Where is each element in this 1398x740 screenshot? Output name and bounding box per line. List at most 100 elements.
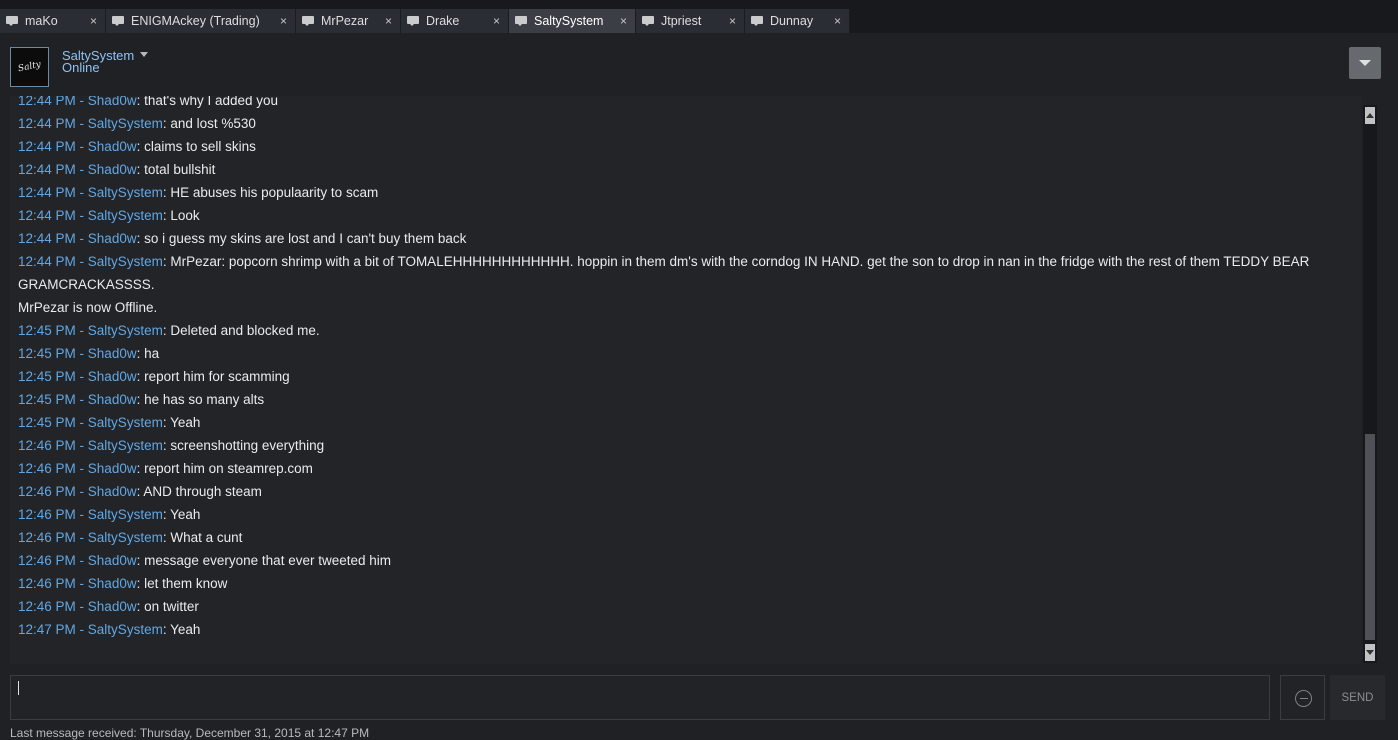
tab-drake[interactable]: Drake × [401,9,509,33]
message-text: Yeah [170,622,201,637]
timestamp-separator: - [75,415,88,430]
tab-saltysystem[interactable]: SaltySystem × [509,9,636,33]
emoticon-button[interactable] [1280,675,1325,720]
chat-log[interactable]: 12:44 PM - Shad0w: that's why I added yo… [10,96,1361,664]
message-sender[interactable]: SaltySystem [88,116,163,131]
message-sender[interactable]: Shad0w [88,369,137,384]
message-sender[interactable]: SaltySystem [88,208,163,223]
message-timestamp: 12:44 PM [18,231,76,246]
message-text: report him on steamrep.com [144,461,313,476]
scroll-up-button[interactable] [1365,107,1375,124]
close-icon[interactable]: × [90,14,97,28]
emoticon-icon [1295,690,1312,707]
message-sender[interactable]: SaltySystem [88,507,163,522]
message-sender[interactable]: Shad0w [88,576,137,591]
avatar[interactable]: Salty [10,47,49,87]
message-text: What a cunt [170,530,243,545]
message-timestamp: 12:44 PM [18,96,76,108]
chat-message: 12:45 PM - SaltySystem: Yeah [18,411,1353,434]
chat-bubble-icon [302,16,315,26]
message-text: message everyone that ever tweeted him [144,553,391,568]
message-sender[interactable]: Shad0w [88,231,137,246]
scrollbar-thumb[interactable] [1365,434,1375,640]
chat-message: 12:46 PM - Shad0w: report him on steamre… [18,457,1353,480]
scroll-down-button[interactable] [1365,644,1375,661]
message-sender[interactable]: SaltySystem [88,530,163,545]
timestamp-separator: - [75,461,88,476]
timestamp-separator: - [75,622,88,637]
close-icon[interactable]: × [280,14,287,28]
message-text: on twitter [144,599,199,614]
chat-message: 12:44 PM - SaltySystem: and lost %530 [18,112,1353,135]
message-sender[interactable]: SaltySystem [88,323,163,338]
message-sender[interactable]: Shad0w [88,139,137,154]
message-text: ha [144,346,160,361]
close-icon[interactable]: × [834,14,841,28]
chat-menu-button[interactable] [1349,47,1381,79]
message-sender[interactable]: Shad0w [88,162,137,177]
timestamp-separator: - [75,576,88,591]
chat-message: 12:46 PM - Shad0w: message everyone that… [18,549,1353,572]
send-button[interactable]: SEND [1330,675,1385,720]
tab-mako[interactable]: maKo × [0,9,106,33]
tab-label: MrPezar [321,14,369,28]
message-sender[interactable]: SaltySystem [88,438,163,453]
message-sender[interactable]: SaltySystem [88,254,163,269]
tab-enigmackey[interactable]: ENIGMAckey (Trading) × [106,9,296,33]
chat-message: 12:45 PM - Shad0w: report him for scammi… [18,365,1353,388]
chat-message: 12:46 PM - Shad0w: on twitter [18,595,1353,618]
chat-message: 12:44 PM - Shad0w: that's why I added yo… [18,96,1353,112]
message-timestamp: 12:46 PM [18,553,76,568]
tab-label: Dunnay [770,14,814,28]
caret-down-icon [140,52,149,57]
chat-message: 12:45 PM - Shad0w: he has so many alts [18,388,1353,411]
timestamp-separator: - [75,116,88,131]
close-icon[interactable]: × [493,14,500,28]
timestamp-separator: - [75,231,88,246]
timestamp-separator: - [75,438,88,453]
message-sender[interactable]: SaltySystem [88,622,163,637]
sender-separator: : [162,507,171,522]
tab-label: ENIGMAckey (Trading) [131,14,260,28]
tab-dunnay[interactable]: Dunnay × [745,9,850,33]
message-timestamp: 12:46 PM [18,484,76,499]
chat-bubble-icon [642,16,655,26]
close-icon[interactable]: × [620,14,627,28]
message-sender[interactable]: Shad0w [88,392,137,407]
close-icon[interactable]: × [729,14,736,28]
message-sender[interactable]: Shad0w [88,96,137,108]
message-sender[interactable]: SaltySystem [88,185,163,200]
chat-message: 12:44 PM - SaltySystem: HE abuses his po… [18,181,1353,204]
message-sender[interactable]: Shad0w [88,346,137,361]
chat-bubble-icon [112,16,125,26]
close-icon[interactable]: × [385,14,392,28]
chat-message: 12:44 PM - SaltySystem: Look [18,204,1353,227]
message-timestamp: 12:44 PM [18,162,76,177]
message-sender[interactable]: Shad0w [88,461,137,476]
arrow-up-icon [1366,113,1374,118]
message-input[interactable] [10,675,1270,720]
timestamp-separator: - [75,507,88,522]
sender-separator: : [136,461,145,476]
message-timestamp: 12:44 PM [18,116,76,131]
status-line: MrPezar is now Offline. [18,296,1353,319]
sender-separator: : [136,392,145,407]
timestamp-separator: - [75,96,88,108]
timestamp-separator: - [75,208,88,223]
message-sender[interactable]: SaltySystem [88,415,163,430]
message-sender[interactable]: Shad0w [88,484,137,499]
message-sender[interactable]: Shad0w [88,553,137,568]
message-timestamp: 12:47 PM [18,622,76,637]
timestamp-separator: - [75,185,88,200]
timestamp-separator: - [75,254,88,269]
message-timestamp: 12:45 PM [18,323,76,338]
message-text: he has so many alts [144,392,265,407]
tab-label: SaltySystem [534,14,604,28]
tab-jtpriest[interactable]: Jtpriest × [636,9,745,33]
sender-separator: : [162,415,171,430]
message-sender[interactable]: Shad0w [88,599,137,614]
message-timestamp: 12:45 PM [18,392,76,407]
sender-separator: : [136,576,145,591]
sender-separator: : [136,346,145,361]
tab-mrpezar[interactable]: MrPezar × [296,9,401,33]
